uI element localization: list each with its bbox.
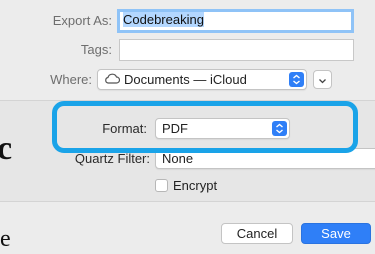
encrypt-label: Encrypt	[173, 178, 218, 193]
cancel-label: Cancel	[236, 226, 278, 241]
save-dialog: Export As: Codebreaking Tags: Where: Doc…	[0, 0, 375, 254]
cloud-icon	[104, 72, 121, 87]
background-letter: c	[0, 130, 13, 167]
export-as-field[interactable]: Codebreaking	[117, 9, 354, 33]
background-letter: e	[0, 226, 11, 252]
highlight-ring	[52, 101, 358, 153]
save-button[interactable]: Save	[301, 223, 371, 244]
encrypt-checkbox[interactable]	[155, 179, 168, 192]
where-value: Documents — iCloud	[124, 72, 247, 87]
export-as-value: Codebreaking	[123, 12, 204, 27]
dialog-header-area: Export As: Codebreaking Tags: Where: Doc…	[0, 0, 375, 100]
tags-field[interactable]	[119, 39, 354, 61]
save-label: Save	[321, 226, 351, 241]
chevron-up-down-icon	[289, 72, 304, 87]
expand-button[interactable]	[313, 70, 332, 89]
quartz-filter-label: Quartz Filter:	[74, 151, 150, 166]
tags-label: Tags:	[80, 42, 112, 57]
chevron-down-icon	[318, 72, 327, 87]
where-popup[interactable]: Documents — iCloud	[97, 69, 307, 90]
cancel-button[interactable]: Cancel	[221, 223, 293, 244]
where-label: Where:	[50, 72, 92, 87]
quartz-filter-value: None	[162, 151, 194, 166]
export-as-label: Export As:	[52, 13, 112, 28]
dialog-footer: Cancel Save	[0, 202, 375, 254]
